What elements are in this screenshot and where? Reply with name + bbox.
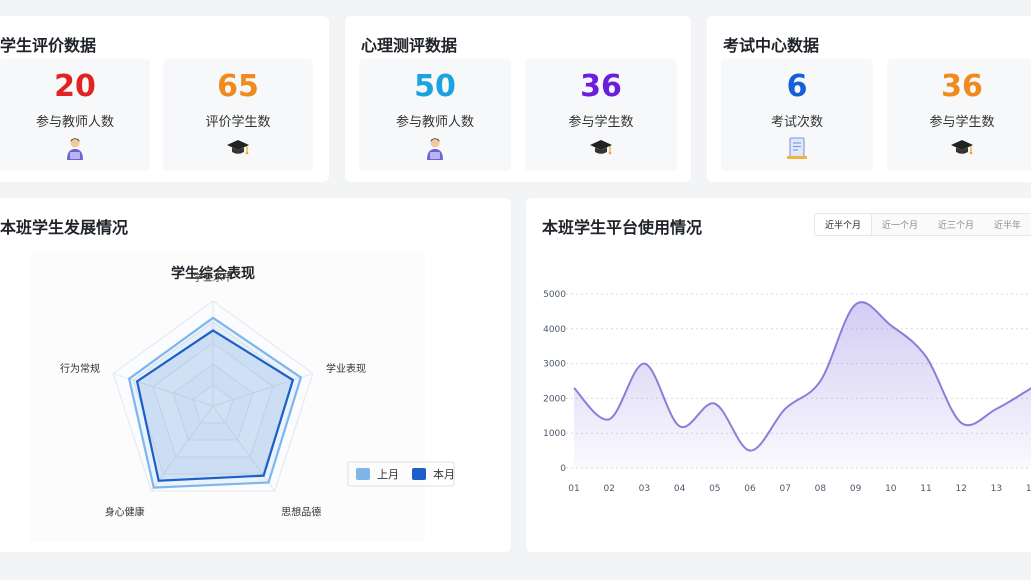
psych-teachers-value: 50 (414, 69, 456, 104)
x-tick-label: 08 (815, 484, 827, 494)
teacher-icon (427, 138, 443, 160)
development-card: 本班学生发展情况 学生综合表现 学业水平 学业表现 思想品德 身心健康 行为常规 上月 本月 (0, 198, 511, 552)
y-tick-label: 0 (560, 464, 566, 474)
exam-stat-students[interactable]: 36 参与学生数 (887, 59, 1031, 171)
radar-indicator-label: 学业水平 (193, 271, 233, 284)
eval-students-value: 65 (217, 69, 259, 104)
x-tick-label: 14 (1026, 484, 1031, 494)
legend-label-0[interactable]: 上月 (377, 468, 399, 481)
exam-students-value: 36 (941, 69, 983, 104)
usage-area-chart: 0 1000 2000 3000 4000 5000 01 02 03 04 05 06 07 08 09 1… (543, 290, 1031, 494)
psych-teachers-label: 参与教师人数 (395, 115, 474, 130)
radar-indicator-label: 身心健康 (105, 506, 145, 519)
y-tick-label: 5000 (543, 290, 566, 300)
x-tick-label: 05 (709, 484, 720, 494)
x-tick-label: 07 (779, 484, 790, 494)
eval-teachers-value: 20 (54, 69, 96, 104)
usage-tab-3[interactable]: 近半年 (984, 214, 1031, 235)
exam-card: 考试中心数据 6 考试次数 36 参与学生数 (707, 16, 1031, 182)
x-tick-label: 10 (885, 484, 897, 494)
eval-card-title: 学生评价数据 (0, 36, 97, 55)
graduation-cap-icon (951, 140, 973, 155)
x-tick-label: 01 (568, 484, 579, 494)
graduation-cap-icon (227, 140, 249, 155)
eval-card: 学生评价数据 20 参与教师人数 65 评价学生数 (0, 16, 329, 182)
psych-students-label: 参与学生数 (568, 115, 634, 130)
usage-range-tabs: 近半个月 近一个月 近三个月 近半年 (813, 213, 1031, 236)
radar-indicator-label: 学业表现 (326, 362, 366, 375)
psych-stat-students[interactable]: 36 参与学生数 (525, 59, 677, 171)
graduation-cap-icon (590, 140, 612, 155)
radar-chart: 学生综合表现学业水平学业表现思想品德身心健康行为常规上月 本月 (30, 252, 455, 542)
eval-stat-students[interactable]: 65 评价学生数 (163, 59, 313, 171)
eval-students-label: 评价学生数 (205, 115, 271, 130)
x-tick-label: 12 (955, 484, 966, 494)
eval-teachers-label: 参与教师人数 (35, 115, 114, 130)
x-tick-label: 03 (639, 484, 650, 494)
exam-count-label: 考试次数 (770, 115, 823, 130)
x-tick-label: 06 (744, 484, 756, 494)
y-tick-label: 1000 (543, 429, 566, 439)
y-tick-label: 2000 (543, 394, 566, 404)
radar-indicator-label: 思想品德 (281, 506, 321, 519)
exam-paper-icon (787, 137, 807, 159)
psych-card-title: 心理测评数据 (361, 36, 458, 55)
legend-label-1[interactable]: 本月 (433, 467, 455, 481)
usage-tab-2[interactable]: 近三个月 (928, 214, 984, 235)
radar-indicator-label: 行为常规 (60, 362, 100, 375)
exam-card-title: 考试中心数据 (723, 36, 820, 55)
psych-card: 心理测评数据 50 参与教师人数 36 参与学生数 (345, 16, 691, 182)
x-tick-label: 11 (920, 484, 931, 494)
legend-swatch-0 (356, 468, 370, 480)
usage-card: 本班学生平台使用情况 0 1000 2000 3000 4000 5000 01 02 03 04… (526, 198, 1031, 552)
y-tick-label: 4000 (543, 325, 566, 335)
y-tick-label: 3000 (543, 360, 566, 370)
area-fill-0 (574, 302, 1031, 468)
exam-count-value: 6 (786, 69, 808, 104)
exam-students-label: 参与学生数 (929, 115, 995, 130)
psych-students-value: 36 (580, 69, 622, 104)
x-tick-label: 02 (603, 484, 614, 494)
teacher-icon (67, 138, 83, 160)
x-tick-label: 04 (674, 484, 686, 494)
exam-stat-count[interactable]: 6 考试次数 (721, 59, 873, 171)
x-tick-label: 09 (850, 484, 862, 494)
psych-stat-teachers[interactable]: 50 参与教师人数 (359, 59, 511, 171)
eval-stat-teachers[interactable]: 20 参与教师人数 (0, 59, 150, 171)
usage-tab-0[interactable]: 近半个月 (813, 213, 872, 236)
usage-tab-1[interactable]: 近一个月 (872, 214, 928, 235)
legend-swatch-1 (412, 468, 426, 480)
x-tick-label: 13 (991, 484, 1002, 494)
